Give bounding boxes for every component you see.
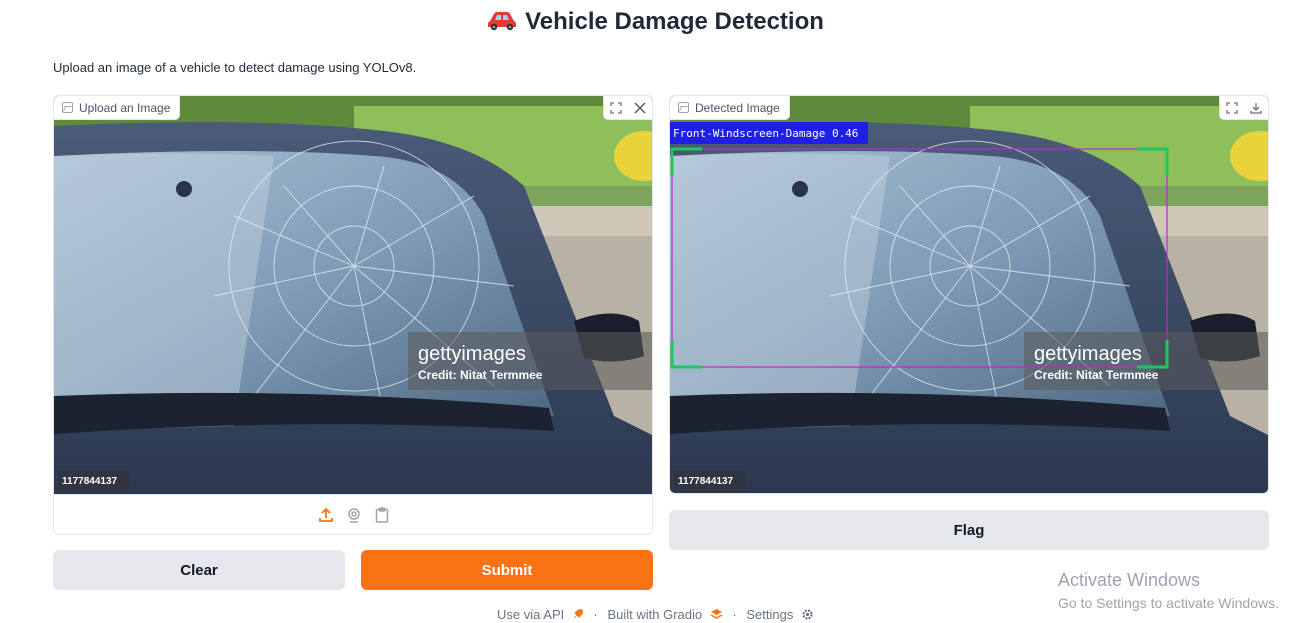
input-car-photo: gettyimages Credit: Nitat Termmee 117784… [54, 96, 652, 494]
detected-image-label: Detected Image [670, 96, 790, 120]
watermark-brand: gettyimages [418, 343, 526, 365]
output-image-tools [1219, 96, 1268, 120]
activate-windows-overlay: Activate Windows Go to Settings to activ… [1058, 570, 1279, 611]
page-title: Vehicle Damage Detection [0, 8, 1311, 38]
upload-image-label: Upload an Image [54, 96, 181, 120]
input-image[interactable]: gettyimages Credit: Nitat Termmee 117784… [54, 96, 652, 494]
image-id: 1177844137 [62, 476, 118, 487]
image-icon [62, 102, 73, 113]
watermark-brand: gettyimages [1034, 343, 1142, 365]
input-image-panel: gettyimages Credit: Nitat Termmee 117784… [53, 95, 653, 535]
fullscreen-icon[interactable] [604, 96, 628, 120]
detected-image-label-text: Detected Image [695, 100, 780, 115]
detected-image-panel: gettyimages Credit: Nitat Termmee 117784… [669, 95, 1269, 494]
close-icon[interactable] [628, 96, 652, 120]
upload-image-label-text: Upload an Image [79, 100, 171, 115]
download-icon[interactable] [1244, 96, 1268, 120]
activate-windows-title: Activate Windows [1058, 570, 1201, 590]
clipboard-icon[interactable] [373, 506, 391, 524]
car-emoji-icon [487, 9, 517, 38]
detected-image: gettyimages Credit: Nitat Termmee 117784… [670, 96, 1268, 493]
image-source-bar [54, 494, 652, 534]
fullscreen-icon[interactable] [1220, 96, 1244, 120]
image-icon [678, 102, 689, 113]
settings-link[interactable]: Settings [746, 607, 793, 622]
gear-icon[interactable] [797, 607, 814, 622]
footer: Use via API · Built with Gradio · Settin… [0, 607, 1311, 622]
gradio-logo-icon [706, 607, 727, 622]
watermark-credit: Credit: Nitat Termmee [1034, 368, 1159, 382]
watermark-credit: Credit: Nitat Termmee [418, 368, 543, 382]
rocket-icon [568, 607, 588, 622]
detected-car-photo: gettyimages Credit: Nitat Termmee 117784… [670, 96, 1268, 493]
page-description: Upload an image of a vehicle to detect d… [53, 60, 417, 75]
webcam-icon[interactable] [345, 506, 363, 524]
submit-button[interactable]: Submit [361, 550, 653, 590]
input-image-tools [603, 96, 652, 120]
detection-label: Front-Windscreen-Damage 0.46 [670, 122, 869, 144]
built-with-gradio-link[interactable]: Built with Gradio [607, 607, 702, 622]
upload-icon[interactable] [317, 506, 335, 524]
clear-button[interactable]: Clear [53, 550, 345, 590]
page-title-text: Vehicle Damage Detection [525, 8, 824, 35]
flag-button[interactable]: Flag [669, 510, 1269, 550]
use-api-link[interactable]: Use via API [497, 607, 564, 622]
image-id: 1177844137 [678, 476, 734, 487]
